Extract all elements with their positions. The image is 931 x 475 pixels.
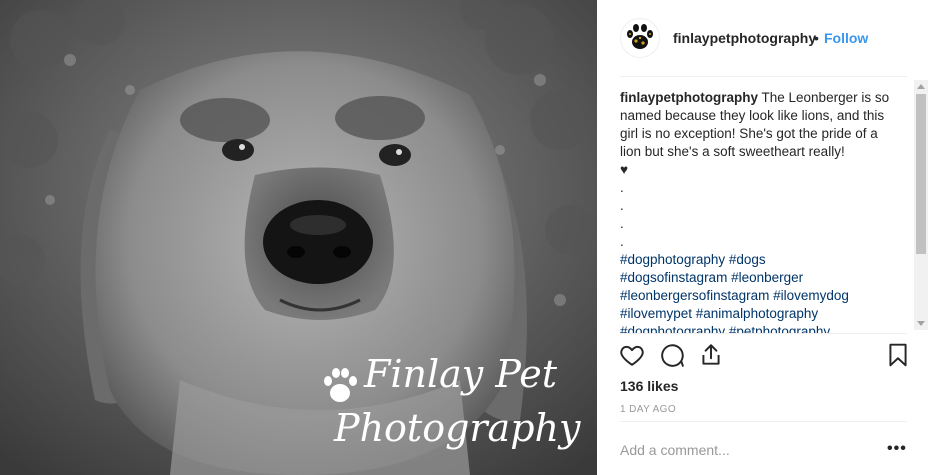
- header-username-link[interactable]: finlaypetphotography: [673, 30, 816, 46]
- watermark: Finlay Pet Photography: [320, 352, 590, 462]
- watermark-paw-icon: [324, 368, 357, 402]
- paw-print-logo-icon: [627, 24, 653, 49]
- caption-scrollbar[interactable]: [914, 80, 928, 330]
- share-button[interactable]: [698, 342, 726, 370]
- avatar[interactable]: [620, 18, 660, 58]
- comment-divider: [620, 421, 907, 422]
- watermark-line-2: Photography: [334, 406, 581, 450]
- action-bar: [597, 340, 931, 374]
- more-options-button[interactable]: •••: [887, 440, 907, 458]
- hashtag-line[interactable]: #dogphotography #dogs: [620, 251, 895, 269]
- post-header: finlaypetphotography • Follow: [597, 0, 931, 76]
- hashtag-line[interactable]: #leonbergersofinstagram #ilovemydog: [620, 287, 895, 305]
- comment-bubble-icon: [661, 344, 684, 367]
- comment-button[interactable]: [659, 342, 687, 370]
- caption-dot: .: [620, 234, 624, 249]
- comment-input[interactable]: [620, 436, 870, 464]
- caption-dot: .: [620, 180, 624, 195]
- like-button[interactable]: [619, 342, 647, 370]
- hashtag-line[interactable]: #ilovemypet #animalphotography: [620, 305, 895, 323]
- scroll-up-arrow-icon[interactable]: [917, 84, 925, 89]
- caption-heart: ♥: [620, 162, 629, 177]
- hashtag-line[interactable]: #dogphotography #petphotography: [620, 323, 895, 333]
- watermark-line-1: Finlay Pet: [364, 352, 557, 396]
- likes-count[interactable]: 136 likes: [620, 378, 678, 394]
- save-button[interactable]: [885, 342, 913, 370]
- caption: finlaypetphotography The Leonberger is s…: [620, 89, 895, 333]
- share-icon: [702, 344, 720, 365]
- post-photo[interactable]: Finlay Pet Photography: [0, 0, 597, 475]
- caption-username-link[interactable]: finlaypetphotography: [620, 90, 758, 105]
- bookmark-icon: [889, 343, 907, 367]
- caption-dot: .: [620, 216, 624, 231]
- scroll-down-arrow-icon[interactable]: [917, 321, 925, 326]
- follow-button[interactable]: Follow: [824, 30, 868, 46]
- heart-icon: [620, 345, 644, 366]
- caption-dot: .: [620, 198, 624, 213]
- post-side-panel: finlaypetphotography • Follow finlaypetp…: [597, 0, 931, 475]
- scrollbar-thumb[interactable]: [916, 94, 926, 254]
- header-separator: •: [814, 30, 819, 46]
- hashtag-line[interactable]: #dogsofinstagram #leonberger: [620, 269, 895, 287]
- caption-scroll-area[interactable]: finlaypetphotography The Leonberger is s…: [597, 77, 931, 333]
- caption-divider: [620, 333, 907, 334]
- post-timestamp[interactable]: 1 DAY AGO: [620, 404, 676, 415]
